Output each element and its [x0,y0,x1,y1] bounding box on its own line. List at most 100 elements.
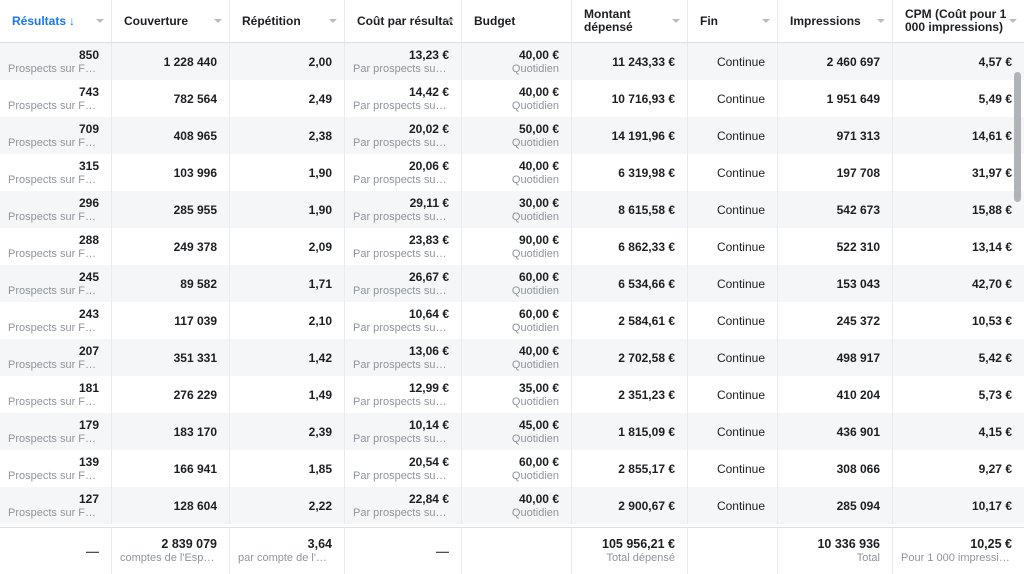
table-row[interactable]: 181Prospects sur Faceb… 276 229 1,49 12,99 … [0,376,1024,413]
cell-value: Continue [716,239,765,254]
cell-sublabel: Par prospects sur Fa… [353,284,449,297]
cell-sublabel: Prospects sur Faceb… [8,284,99,297]
column-header-budget[interactable]: Budget [462,0,572,42]
column-header-montant-depense[interactable]: Montant dépensé [572,0,688,42]
table-row[interactable]: 743Prospects sur Faceb… 782 564 2,49 14,42 … [0,80,1024,117]
table-row[interactable]: 139Prospects sur Faceb… 166 941 1,85 20,54 … [0,450,1024,487]
cell-resultats: 245Prospects sur Faceb… [0,265,112,302]
cell-value: 30,00 € [518,195,559,210]
cell-budget: 60,00 € Quotidien [462,265,572,302]
cell-sublabel: Prospects sur Faceb… [8,395,99,408]
cell-sublabel: Quotidien [511,469,559,482]
cell-repetition: 1,90 [230,154,345,191]
table-row[interactable]: 207Prospects sur Faceb… 351 331 1,42 13,06 … [0,339,1024,376]
column-header-fin[interactable]: Fin [688,0,778,42]
cell-resultats: 315Prospects sur Faceb… [0,154,112,191]
cell-value: 1,49 [308,387,332,402]
cell-value: Continue [716,387,765,402]
cell-value: 60,00 € [518,454,559,469]
cell-sublabel: Par prospects sur Fa… [353,432,449,445]
chevron-down-icon[interactable] [96,19,104,23]
table-row[interactable]: 179Prospects sur Faceb… 183 170 2,39 10,14 … [0,413,1024,450]
chevron-down-icon[interactable] [214,19,222,23]
total-cell-cpm: 10,25 € Pour 1 000 impressions [893,528,1024,574]
total-value: 10 336 936 [817,537,880,551]
chevron-down-icon[interactable] [877,19,885,23]
cell-sublabel: Quotidien [511,395,559,408]
cell-value: 40,00 € [518,158,559,173]
column-header-cpm[interactable]: CPM (Coût pour 1 000 impressions) [893,0,1024,42]
cell-value: 153 043 [836,276,880,291]
cell-sublabel: Quotidien [511,210,559,223]
cell-value: 20,02 € [408,121,449,136]
cell-sublabel: Quotidien [511,173,559,186]
table-row[interactable]: 243Prospects sur Faceb… 117 039 2,10 10,64 … [0,302,1024,339]
cell-resultats: 127Prospects sur Faceb… [0,487,112,524]
table-row[interactable]: 127Prospects sur Faceb… 128 604 2,22 22,84 … [0,487,1024,524]
cell-impressions: 153 043 [778,265,893,302]
cell-couverture: 1 228 440 [112,43,230,80]
cell-value: 42,70 € [971,276,1012,291]
cell-value: 13,23 € [408,47,449,62]
table-row[interactable]: 709Prospects sur Faceb… 408 965 2,38 20,02 … [0,117,1024,154]
chevron-down-icon[interactable] [762,19,770,23]
cell-cpm: 42,70 € [893,265,1024,302]
cell-value: 23,83 € [408,232,449,247]
cell-value: 2,09 [308,239,332,254]
column-header-resultats[interactable]: Résultats ↓ [0,0,112,42]
cell-sublabel: Par prospects sur Fa… [353,469,449,482]
table-totals-row: — 2 839 079 comptes de l'Espace … 3,64 p… [0,527,1024,574]
table-row[interactable]: 288Prospects sur Faceb… 249 378 2,09 23,83 … [0,228,1024,265]
total-cell-couverture: 2 839 079 comptes de l'Espace … [112,528,230,574]
cell-couverture: 249 378 [112,228,230,265]
cell-value: 127 [78,491,99,506]
chevron-down-icon[interactable] [446,19,454,23]
cell-budget: 40,00 € Quotidien [462,80,572,117]
cell-sublabel: Par prospects sur Fa… [353,99,449,112]
cell-repetition: 2,09 [230,228,345,265]
cell-montant-depense: 1 815,09 € [572,413,688,450]
cell-montant-depense: 6 862,33 € [572,228,688,265]
cell-impressions: 522 310 [778,228,893,265]
chevron-down-icon[interactable] [329,19,337,23]
cell-budget: 45,00 € Quotidien [462,413,572,450]
total-value: 10,25 € [970,537,1012,551]
cell-montant-depense: 2 900,67 € [572,487,688,524]
cell-cout-par-resultat: 13,23 €Par prospects sur Fa… [345,43,462,80]
total-value: 3,64 [307,537,332,551]
cell-value: 276 229 [173,387,217,402]
cell-value: 971 313 [836,128,880,143]
cell-value: 50,00 € [518,121,559,136]
cell-value: 10 716,93 € [611,91,675,106]
column-header-impressions[interactable]: Impressions [778,0,893,42]
column-header-couverture[interactable]: Couverture [112,0,230,42]
cell-cpm: 9,27 € [893,450,1024,487]
cell-couverture: 183 170 [112,413,230,450]
cell-cout-par-resultat: 10,64 €Par prospects sur Fa… [345,302,462,339]
total-sublabel: par compte de l'Espac… [238,552,332,564]
cell-value: 351 331 [173,350,217,365]
column-header-repetition[interactable]: Répétition [230,0,345,42]
cell-value: 45,00 € [518,417,559,432]
vertical-scrollbar[interactable] [1012,44,1022,527]
total-cell-resultats: — [0,528,112,574]
cell-value: 285 955 [173,202,217,217]
cell-resultats: 709Prospects sur Faceb… [0,117,112,154]
cell-montant-depense: 8 615,58 € [572,191,688,228]
table-row[interactable]: 296Prospects sur Faceb… 285 955 1,90 29,11 … [0,191,1024,228]
cell-value: Continue [716,165,765,180]
cell-montant-depense: 6 319,98 € [572,154,688,191]
cell-value: 245 [78,269,99,284]
table-row[interactable]: 245Prospects sur Faceb… 89 582 1,71 26,67 €… [0,265,1024,302]
table-row[interactable]: 315Prospects sur Faceb… 103 996 1,90 20,06 … [0,154,1024,191]
column-header-label: Couverture [124,13,189,28]
chevron-down-icon[interactable] [1009,19,1017,23]
cell-sublabel: Quotidien [511,136,559,149]
column-header-cout-par-resultat[interactable]: Coût par résultat [345,0,462,42]
table-row[interactable]: 850Prospects sur Faceb… 1 228 440 2,00 13,2… [0,43,1024,80]
cell-cout-par-resultat: 20,02 €Par prospects sur Fa… [345,117,462,154]
chevron-down-icon[interactable] [672,19,680,23]
scrollbar-thumb[interactable] [1014,72,1021,202]
cell-impressions: 2 460 697 [778,43,893,80]
cell-cpm: 4,57 € [893,43,1024,80]
